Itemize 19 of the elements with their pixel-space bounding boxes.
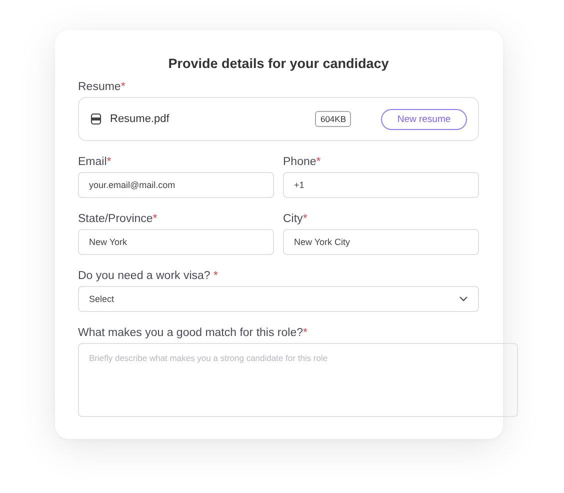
file-name: Resume.pdf: [110, 113, 170, 125]
text-field[interactable]: New York City: [283, 229, 479, 255]
new-resume-button[interactable]: New resume: [381, 108, 467, 130]
text-field[interactable]: +1: [283, 172, 479, 198]
dropdown[interactable]: Select: [78, 286, 479, 312]
field-label: Phone*: [283, 156, 322, 168]
field-label: State/Province*: [78, 213, 158, 225]
pdf-file-icon: [90, 113, 102, 125]
form-title: Provide details for your candidacy: [167, 56, 390, 71]
field-label: Do you need a work visa? *: [78, 270, 219, 282]
field-label: Email*: [78, 156, 112, 168]
file-size-tag: 604KB: [315, 111, 351, 127]
text-field[interactable]: New York: [78, 229, 274, 255]
text-field[interactable]: your.email@mail.com: [78, 172, 274, 198]
chevron-icon: [459, 296, 468, 302]
field-label: City*: [283, 213, 308, 225]
field-label: What makes you a good match for this role?*: [78, 327, 308, 339]
dropdown-value: Select: [89, 294, 114, 304]
field-label: Resume*: [78, 81, 126, 93]
